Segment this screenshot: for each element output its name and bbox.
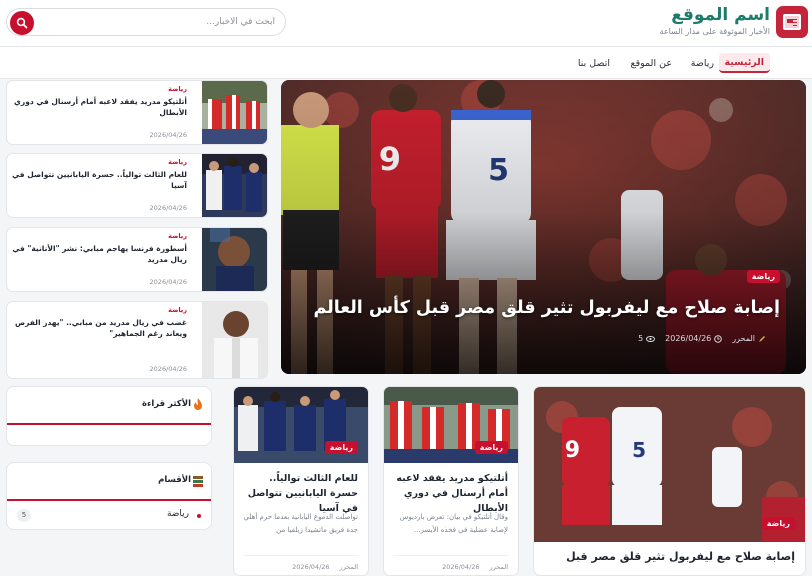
hero-date: 2026/04/26 [665, 334, 723, 343]
hero-title[interactable]: إصابة صلاح مع ليفربول تثير قلق مصر قبل ك… [313, 298, 780, 318]
card-divider [394, 555, 508, 556]
hero-meta: المحرر 2026/04/26 5 [638, 334, 766, 343]
side-article[interactable]: رياضة أتلتيكو مدريد يفقد لاعبه أمام أرسن… [6, 80, 268, 145]
side-article[interactable]: رياضة للعام الثالث توالياً.. حسرة اليابا… [6, 153, 268, 218]
nav-item-home[interactable]: الرئيسية [718, 53, 770, 73]
books-icon [193, 476, 203, 487]
section-count: 5 [17, 509, 31, 522]
side-article-title[interactable]: أتلتيكو مدريد يفقد لاعبه أمام أرسنال في … [11, 96, 187, 118]
svg-text:5: 5 [632, 438, 646, 462]
most-read-title: الأكثر قراءة [141, 399, 191, 409]
nav-item-about[interactable]: عن الموقع [625, 53, 678, 73]
site-name[interactable]: اسم الموقع [671, 5, 770, 25]
article-card-category[interactable]: رياضة [474, 441, 508, 454]
fire-icon [194, 398, 202, 410]
bullet-icon [197, 514, 201, 518]
site-header: اسم الموقع الأخبار الموثوقة على مدار الس… [0, 0, 812, 47]
hero-views-count: 5 [638, 334, 644, 343]
side-article-date: 2026/04/26 [149, 278, 187, 286]
section-name[interactable]: رياضة [167, 509, 189, 519]
newspaper-icon [783, 14, 801, 30]
article-card[interactable]: 9 5 رياضة إصابة صلاح مع ليفربول تثير قلق … [533, 386, 806, 576]
pen-icon [759, 335, 765, 342]
article-card-title[interactable]: للعام الثالث توالياً.. حسرة اليابانيين ت… [242, 471, 358, 516]
hero-overlay [281, 80, 806, 374]
main-nav: الرئيسية رياضة عن الموقع اتصل بنا [0, 47, 812, 79]
hero-article[interactable]: 9 5 رياضة إصابة صلاح مع ليفربول تثير قلق… [281, 80, 806, 374]
card-divider [244, 555, 358, 556]
site-logo[interactable] [776, 6, 808, 38]
side-article-date: 2026/04/26 [149, 365, 187, 373]
side-article-category[interactable]: رياضة [168, 158, 187, 166]
site-tagline: الأخبار الموثوقة على مدار الساعة [659, 27, 770, 36]
side-article-image [202, 81, 267, 144]
hero-author-name: المحرر [732, 334, 755, 343]
hero-views: 5 [638, 334, 656, 343]
side-article-title[interactable]: للعام الثالث توالياً.. حسرة اليابانيين ت… [11, 169, 187, 191]
search-button[interactable] [10, 11, 34, 35]
side-article-title[interactable]: غضب في ريال مدريد من مبابي.. "يهدر الفرص… [11, 317, 187, 339]
side-article[interactable]: رياضة غضب في ريال مدريد من مبابي.. "يهدر… [6, 301, 268, 379]
svg-text:9: 9 [565, 438, 580, 463]
article-card[interactable]: رياضة للعام الثالث توالياً.. حسرة اليابا… [233, 386, 369, 576]
article-card-excerpt: وقال أتلتيكو في بيان: تعرض بارديوس لإصاب… [399, 513, 508, 534]
sections-title: الأقسام [158, 475, 191, 485]
widget-divider [7, 499, 211, 501]
side-article-image [202, 302, 267, 378]
article-card[interactable]: رياضة أتلتيكو مدريد يفقد لاعبه أمام أرسن… [383, 386, 519, 576]
nav-item-contact[interactable]: اتصل بنا [572, 53, 616, 73]
hero-author: المحرر [732, 334, 766, 343]
side-article-date: 2026/04/26 [149, 131, 187, 139]
most-read-widget: الأكثر قراءة [6, 386, 212, 446]
side-article-category[interactable]: رياضة [168, 85, 187, 93]
side-article-title[interactable]: أسطورة فرنسا يهاجم مبابي: نشر "الأنانية"… [11, 243, 187, 265]
hero-date-text: 2026/04/26 [665, 334, 712, 343]
hero-category-badge[interactable]: رياضة [746, 270, 780, 283]
side-article-category[interactable]: رياضة [168, 232, 187, 240]
eye-icon [646, 335, 656, 342]
article-card-title[interactable]: أتلتيكو مدريد يفقد لاعبه أمام أرسنال في … [392, 471, 508, 516]
side-article-image [202, 154, 267, 217]
side-article[interactable]: رياضة أسطورة فرنسا يهاجم مبابي: نشر "الأ… [6, 227, 268, 292]
article-card-category[interactable]: رياضة [324, 441, 358, 454]
side-article-image [202, 228, 267, 291]
article-card-title[interactable]: إصابة صلاح مع ليفربول تثير قلق مصر قبل [566, 549, 795, 564]
search-bar [6, 8, 286, 36]
side-article-date: 2026/04/26 [149, 204, 187, 212]
sections-widget: الأقسام رياضة 5 [6, 462, 212, 530]
section-item-sports[interactable]: رياضة 5 [17, 509, 201, 523]
widget-divider [7, 423, 211, 425]
clock-icon [714, 334, 723, 343]
article-card-excerpt: تواصلت الدموع اليابانية بعدما حرم أهلي ج… [243, 513, 358, 534]
article-card-category[interactable]: رياضة [761, 517, 795, 530]
nav-item-sports[interactable]: رياضة [685, 53, 720, 73]
search-input[interactable] [39, 13, 275, 31]
search-icon [16, 17, 28, 29]
side-article-category[interactable]: رياضة [168, 306, 187, 314]
